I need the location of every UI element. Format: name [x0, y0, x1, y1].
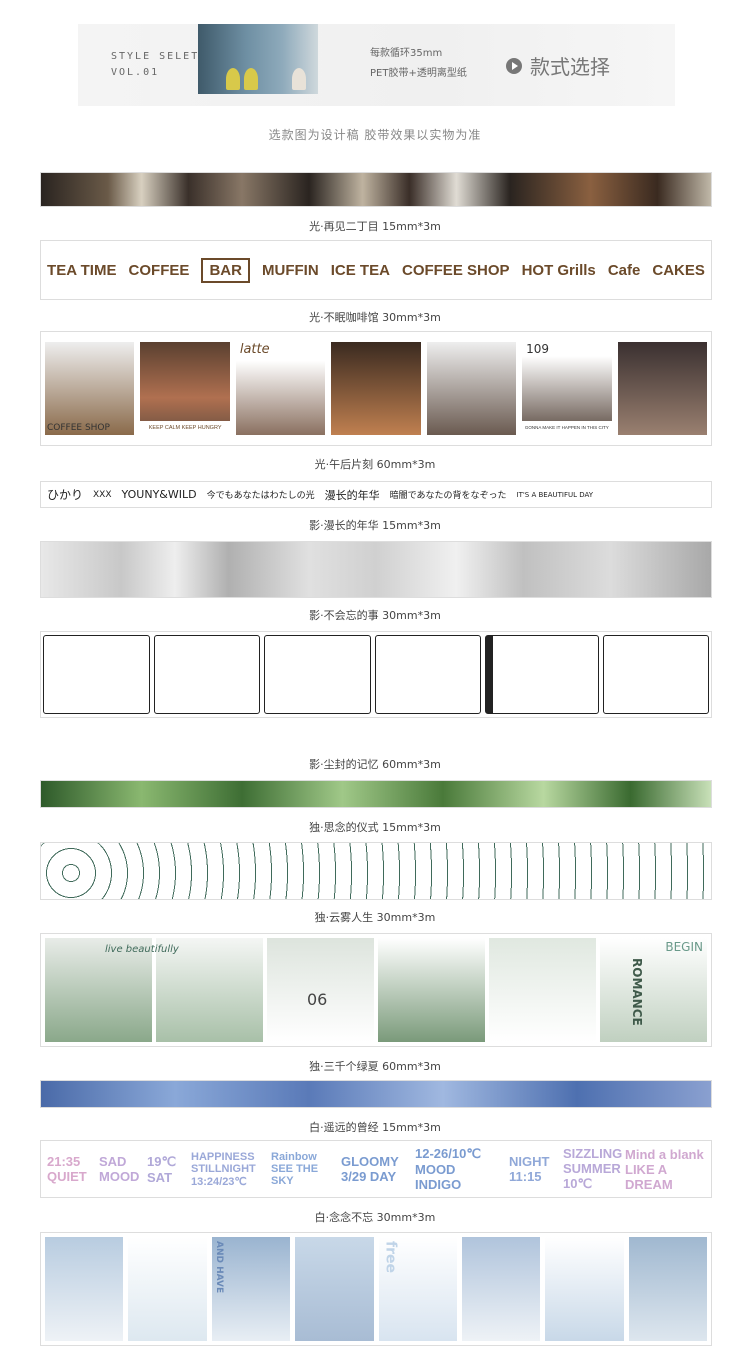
- tape-caption: 影·尘封的记忆 60mm*3m: [309, 758, 441, 771]
- tape-word: 暗闇であなたの背をなぞった: [389, 491, 507, 501]
- tape-green-summer[interactable]: live beautifully 06 ROMANCE BEGIN: [40, 933, 712, 1047]
- tape-word: Mind a blank LIKE A DREAM: [625, 1146, 704, 1192]
- design-note: 选款图为设计稿 胶带效果以实物为准: [268, 128, 482, 142]
- tape-street[interactable]: [40, 172, 712, 207]
- window-photo: [198, 24, 318, 94]
- tape-caption: 独·思念的仪式 15mm*3m: [309, 821, 441, 834]
- tape-word: 今でもあなたはわたしの光: [206, 491, 315, 501]
- tape-caption: 光·再见二丁目 15mm*3m: [309, 220, 441, 233]
- tape-word: COFFEE: [128, 261, 190, 279]
- tape-word: COFFEE SHOP: [47, 423, 110, 433]
- tape-caption: 独·三千个绿夏 60mm*3m: [309, 1060, 441, 1073]
- tape-word: Cafe: [607, 261, 641, 279]
- spec-line1: 每款循环35mm: [370, 48, 443, 59]
- tape-caption: 影·不会忘的事 30mm*3m: [309, 609, 441, 622]
- tape-word: AND HAVE: [213, 1241, 224, 1294]
- tape-word: HOT Grills: [521, 261, 596, 279]
- tape-word: 06: [307, 990, 328, 1009]
- tape-word: MUFFIN: [262, 261, 319, 279]
- tape-caption: 影·漫长的年华 15mm*3m: [309, 519, 441, 532]
- tape-cafe[interactable]: TEA TIME COFFEE BAR MUFFIN ICE TEA COFFEE SHO…: [40, 240, 712, 300]
- tape-word: latte: [239, 342, 270, 357]
- play-circle-icon: [506, 57, 522, 74]
- tape-word: SIZZLING SUMMER 10℃: [563, 1146, 623, 1191]
- tape-word: XXX: [93, 489, 112, 500]
- tape-word: 12-26/10℃ MOOD INDIGO: [415, 1146, 481, 1192]
- tape-words-pastel[interactable]: 21:35 QUIET SAD MOOD 19℃ SAT HAPPINESS S…: [40, 1140, 712, 1198]
- tape-word: TEA TIME: [47, 261, 117, 279]
- tape-caption: 白·遥远的曾经 15mm*3m: [309, 1121, 441, 1134]
- tape-word: Rainbow SEE THE SKY: [271, 1151, 319, 1187]
- tape-caption: 独·云雾人生 30mm*3m: [314, 911, 436, 924]
- tape-word: 漫长的年华: [324, 488, 380, 502]
- tape-sky-clouds[interactable]: AND HAVE free: [40, 1232, 712, 1346]
- tape-word: ICE TEA: [330, 261, 390, 279]
- style-select-button[interactable]: 款式选择: [506, 51, 610, 80]
- tape-word: IT'S A BEAUTIFUL DAY: [516, 490, 594, 499]
- tape-word: 21:35 QUIET: [47, 1154, 87, 1184]
- tape-phones[interactable]: [40, 631, 712, 718]
- tape-caption: 光·午后片刻 60mm*3m: [314, 458, 436, 471]
- style-banner: STYLE SELETION VOL.01 每款循环35mm PET胶带+透明离型纸…: [78, 24, 675, 106]
- tape-flowers[interactable]: [40, 842, 712, 900]
- tape-years[interactable]: ひかり XXX YOUNY&WILD 今でもあなたはわたしの光 漫长的年华 暗闇であなたの…: [40, 481, 712, 508]
- tape-caption: 光·不眠咖啡馆 30mm*3m: [309, 311, 441, 324]
- tape-word: ROMANCE: [630, 958, 644, 1026]
- tape-word: YOUNY&WILD: [121, 488, 197, 501]
- tape-word: free: [382, 1241, 399, 1273]
- tape-word: NIGHT 11:15: [509, 1154, 550, 1184]
- tape-word: ひかり: [47, 488, 84, 502]
- tape-rain-glass[interactable]: [40, 1080, 712, 1108]
- tape-word: COFFEE SHOP: [401, 261, 510, 279]
- tape-word: SAD MOOD: [99, 1154, 140, 1184]
- tape-word: GLOOMY 3/29 DAY: [341, 1154, 399, 1184]
- tape-word: CAKES: [652, 261, 705, 279]
- tape-word: HAPPINESS STILLNIGHT 13:24/23℃: [191, 1150, 256, 1188]
- tape-shadows[interactable]: [40, 541, 712, 598]
- spec-line2: PET胶带+透明离型纸: [370, 68, 467, 79]
- tape-afternoon[interactable]: COFFEE SHOP KEEP CALM KEEP HUNGRY latte …: [40, 331, 712, 446]
- tape-word: live beautifully: [105, 944, 179, 955]
- tape-word: KEEP CALM KEEP HUNGRY: [140, 421, 230, 435]
- tape-leaves[interactable]: [40, 780, 712, 808]
- tape-word: 19℃ SAT: [147, 1153, 177, 1185]
- tape-caption: 白·念念不忘 30mm*3m: [314, 1211, 436, 1224]
- tape-word: 109: [526, 342, 550, 356]
- tape-word: BAR: [201, 257, 250, 283]
- tape-word: GONNA MAKE IT HAPPEN IN THIS CITY: [522, 421, 612, 435]
- style-select-label: 款式选择: [530, 55, 610, 79]
- tape-word: BEGIN: [665, 940, 703, 954]
